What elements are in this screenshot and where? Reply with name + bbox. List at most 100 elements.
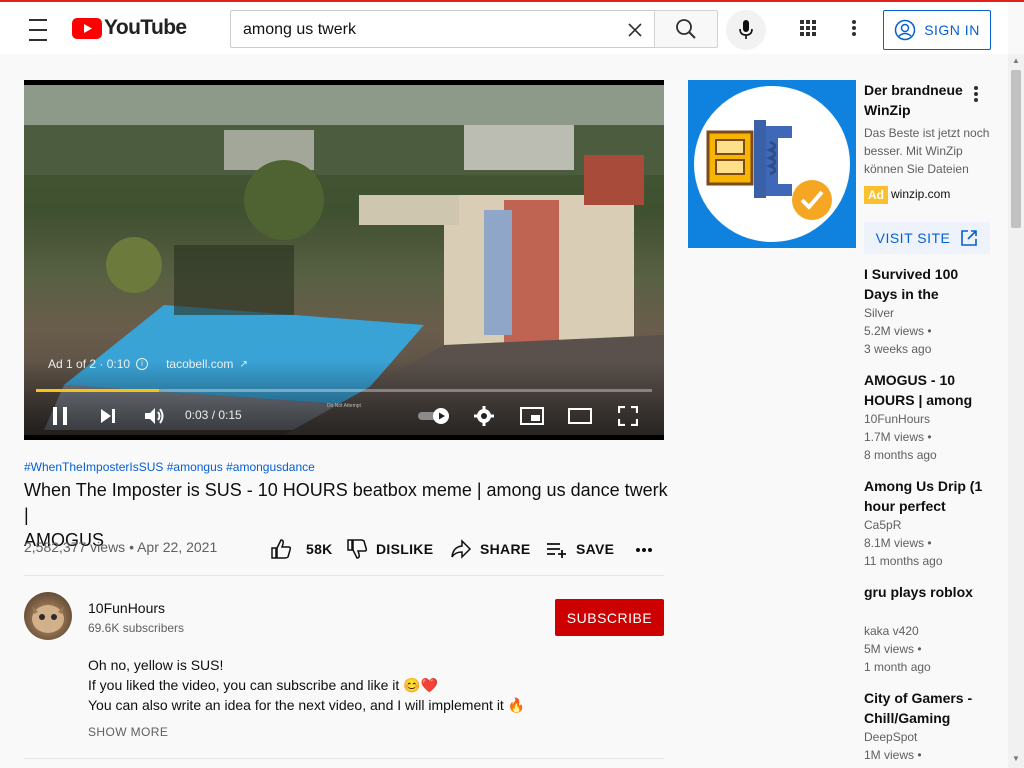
- related-views: 5M views •: [864, 642, 922, 656]
- dislike-label: DISLIKE: [376, 541, 434, 557]
- apps-grid-glyph: [800, 20, 816, 36]
- next-icon[interactable]: [96, 404, 120, 428]
- related-title: Among Us Drip (1 hour perfect: [864, 478, 983, 514]
- ad-logo-circle: [694, 86, 850, 242]
- related-title: AMOGUS - 10 HOURS | among: [864, 372, 973, 408]
- external-link-icon: ↗: [239, 358, 248, 370]
- sign-in-label: SIGN IN: [924, 22, 980, 38]
- related-age: 3 weeks ago: [864, 342, 932, 356]
- related-title: City of Gamers - Chill/Gaming: [864, 690, 973, 726]
- related-title: I Survived 100 Days in the: [864, 266, 959, 302]
- pause-icon[interactable]: [48, 404, 72, 428]
- clear-search-icon[interactable]: [627, 22, 643, 38]
- ad-more-vert-glyph: [974, 86, 978, 102]
- ad-menu-icon[interactable]: [966, 82, 986, 106]
- open-in-new-icon: [961, 230, 978, 246]
- subscribe-button[interactable]: SUBSCRIBE: [555, 599, 664, 636]
- sign-in-button[interactable]: SIGN IN: [883, 10, 991, 50]
- masthead: YouTube among us twerk SIGN IN: [0, 2, 1008, 54]
- scrollbar-thumb[interactable]: [1011, 70, 1021, 228]
- description-line-1: Oh no, yellow is SUS!: [88, 657, 224, 673]
- microphone-icon: [739, 20, 753, 39]
- related-channel: Silver: [864, 306, 895, 320]
- menu-icon[interactable]: [20, 10, 56, 50]
- view-count-date: 2,582,377 views • Apr 22, 2021: [24, 539, 218, 555]
- controls-overlay: [24, 360, 664, 440]
- channel-name[interactable]: 10FunHours: [88, 600, 165, 616]
- related-item[interactable]: Among Us Drip (1 hour perfect Ca5pR 8.1M…: [864, 476, 994, 570]
- ad-thumbnail[interactable]: [688, 80, 856, 248]
- ad-badge: Ad: [864, 186, 888, 204]
- pause-glyph: [53, 407, 67, 425]
- search-icon: [676, 19, 696, 39]
- theater-mode-icon[interactable]: [567, 404, 593, 428]
- more-vert-glyph: [852, 20, 856, 36]
- scroll-down-arrow-icon[interactable]: ▼: [1011, 754, 1021, 764]
- more-actions-icon[interactable]: [632, 538, 656, 562]
- visit-site-label: VISIT SITE: [875, 230, 951, 246]
- related-age: 11 months ago: [864, 554, 943, 568]
- progress-bar[interactable]: [36, 389, 652, 392]
- volume-glyph: [145, 408, 164, 424]
- ad-info-text: Ad 1 of 2 · 0:10: [48, 357, 131, 371]
- video-player[interactable]: Ad 1 of 2 · 0:10 i tacobell.com ↗ 0:03 /…: [24, 80, 664, 440]
- save-label: SAVE: [576, 541, 615, 557]
- youtube-logo[interactable]: YouTube: [72, 16, 187, 40]
- overlay-label: Do Not Attempt: [327, 403, 361, 409]
- share-button[interactable]: SHARE: [450, 538, 531, 560]
- fullscreen-icon[interactable]: [616, 404, 640, 428]
- settings-more-icon[interactable]: [840, 12, 868, 44]
- account-icon: [894, 19, 916, 41]
- theater-glyph: [568, 408, 592, 424]
- search-input[interactable]: [241, 17, 615, 43]
- subscriber-count: 69.6K subscribers: [88, 621, 185, 635]
- video-hashtags[interactable]: #WhenTheImposterIsSUS #amongus #amongusd…: [24, 460, 315, 474]
- share-icon: [451, 539, 472, 559]
- related-title: gru plays roblox: [864, 584, 973, 600]
- related-channel: Ca5pR: [864, 518, 902, 532]
- youtube-play-icon: [72, 17, 102, 39]
- save-button[interactable]: SAVE: [546, 538, 614, 560]
- related-item[interactable]: City of Gamers - Chill/Gaming DeepSpot 1…: [864, 688, 994, 764]
- channel-avatar[interactable]: [24, 592, 72, 640]
- autoplay-toggle-glyph: [418, 408, 449, 424]
- dislike-button[interactable]: DISLIKE: [346, 538, 433, 560]
- autoplay-toggle-icon[interactable]: [416, 404, 452, 428]
- scroll-up-arrow-icon[interactable]: ▲: [1011, 56, 1021, 66]
- show-more-button[interactable]: SHOW MORE: [88, 725, 168, 739]
- divider-top: [24, 575, 664, 576]
- volume-icon[interactable]: [142, 404, 168, 428]
- related-views: 1M views •: [864, 748, 922, 762]
- related-channel: DeepSpot: [864, 730, 918, 744]
- search-box: [230, 10, 654, 48]
- related-item[interactable]: gru plays roblox kaka v420 5M views • 1 …: [864, 582, 994, 676]
- apps-icon[interactable]: [792, 12, 824, 44]
- fullscreen-glyph: [618, 406, 638, 426]
- cat-avatar-image: [32, 605, 64, 633]
- share-label: SHARE: [480, 541, 531, 557]
- related-age: 8 months ago: [864, 448, 937, 462]
- related-views: 8.1M views •: [864, 536, 932, 550]
- miniplayer-icon[interactable]: [519, 404, 545, 428]
- related-channel: 10FunHours: [864, 412, 931, 426]
- description-line-2: If you liked the video, you can subscrib…: [88, 677, 439, 693]
- related-item[interactable]: I Survived 100 Days in the Silver 5.2M v…: [864, 264, 994, 358]
- ad-description: Das Beste ist jetzt noch besser. Mit Win…: [864, 126, 990, 176]
- divider-bottom: [24, 758, 664, 759]
- ad-title[interactable]: Der brandneue WinZip: [864, 80, 974, 120]
- like-button[interactable]: 58K: [270, 538, 333, 560]
- gear-glyph: [474, 406, 494, 426]
- ad-domain-link[interactable]: tacobell.com: [166, 357, 233, 371]
- visit-site-button[interactable]: VISIT SITE: [864, 222, 990, 254]
- video-title-line-1: When The Imposter is SUS - 10 HOURS beat…: [24, 480, 668, 525]
- like-count: 58K: [306, 541, 333, 557]
- voice-search-button[interactable]: [726, 10, 766, 50]
- time-display: 0:03 / 0:15: [185, 408, 242, 422]
- search-button[interactable]: [654, 10, 718, 48]
- related-views: 5.2M views •: [864, 324, 932, 338]
- settings-gear-icon[interactable]: [472, 404, 496, 428]
- related-views: 1.7M views •: [864, 430, 932, 444]
- related-item[interactable]: AMOGUS - 10 HOURS | among 10FunHours 1.7…: [864, 370, 994, 464]
- playlist-add-icon: [547, 543, 566, 558]
- info-icon[interactable]: i: [136, 358, 149, 370]
